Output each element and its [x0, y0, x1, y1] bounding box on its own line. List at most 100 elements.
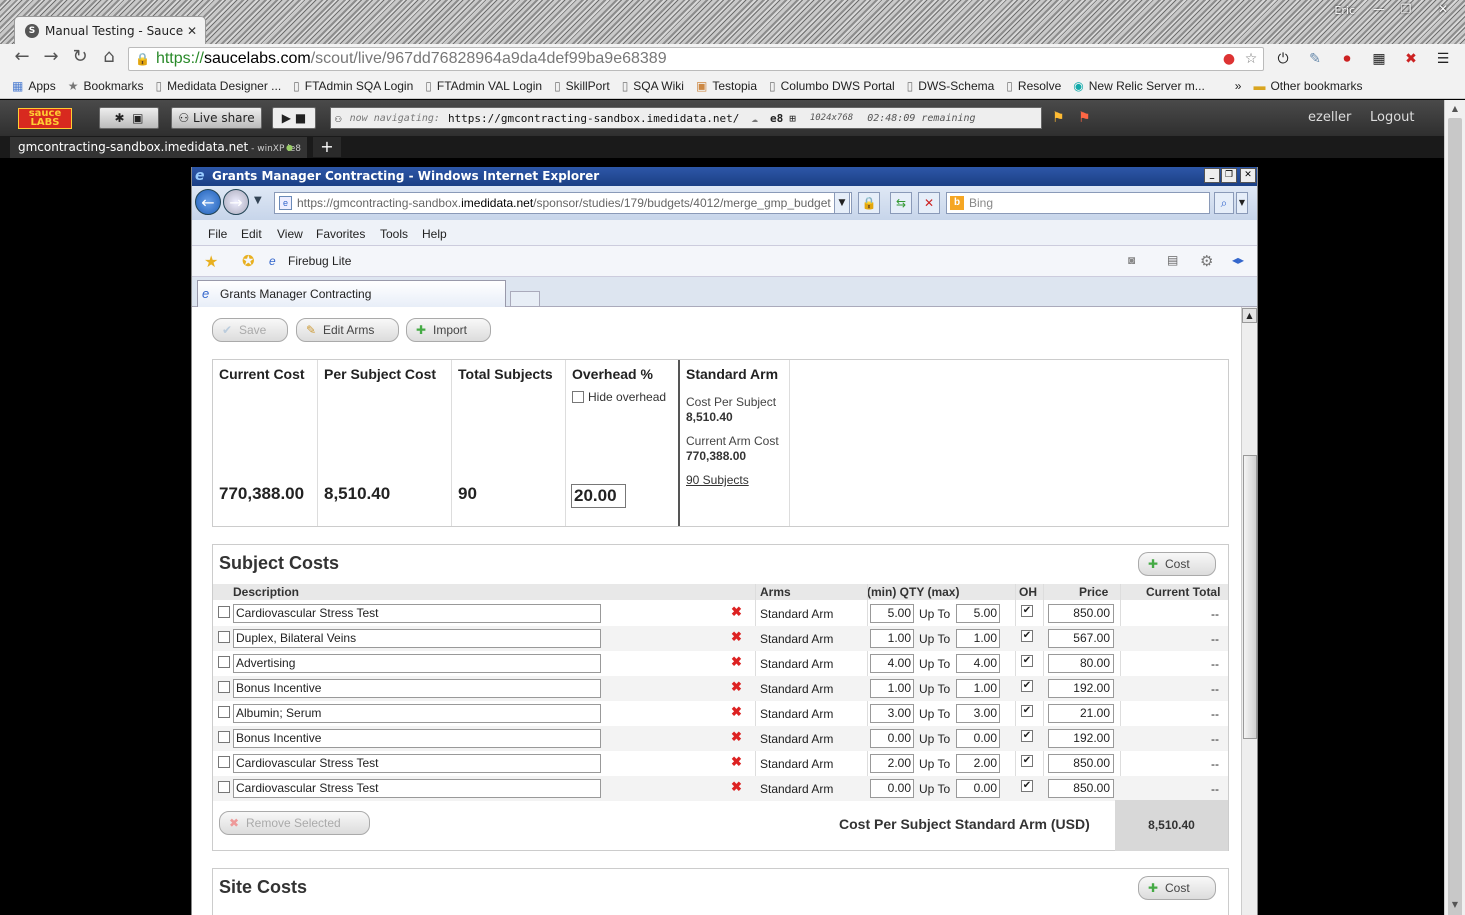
bookmark-testopia[interactable]: ▣ Testopia	[696, 79, 757, 93]
rss-feed-icon[interactable]: ◙	[1128, 253, 1135, 267]
stop-flag-icon[interactable]: ⚑	[1078, 110, 1091, 126]
max-qty-input[interactable]: 2.00	[956, 754, 1000, 773]
notes-flag-icon[interactable]: ⚑	[1052, 110, 1065, 126]
delete-row-icon[interactable]: ✖	[731, 704, 742, 720]
extension-icon[interactable]: ▦	[1369, 49, 1389, 69]
price-input[interactable]: 21.00	[1048, 704, 1114, 723]
ie-stop-icon[interactable]: ✕	[918, 192, 940, 214]
hide-overhead-toggle[interactable]: Hide overhead	[572, 390, 666, 404]
overhead-checkbox[interactable]: ✔	[1021, 780, 1033, 792]
ie-scroll-thumb[interactable]	[1243, 455, 1257, 739]
max-qty-input[interactable]: 3.00	[956, 704, 1000, 723]
min-qty-input[interactable]: 1.00	[870, 679, 914, 698]
max-qty-input[interactable]: 1.00	[956, 629, 1000, 648]
row-select-checkbox[interactable]	[218, 631, 230, 643]
bookmark-dws-schema[interactable]: ▯ DWS-Schema	[907, 79, 995, 93]
add-site-cost-button[interactable]: ✚ Cost	[1138, 876, 1216, 900]
description-input[interactable]: Bonus Incentive	[233, 679, 601, 698]
row-select-checkbox[interactable]	[218, 756, 230, 768]
overhead-checkbox[interactable]: ✔	[1021, 755, 1033, 767]
bookmark-columbo[interactable]: ▯ Columbo DWS Portal	[769, 79, 895, 93]
sauce-navigation-bar[interactable]: ⚇ now navigating: https://gmcontracting-…	[330, 107, 1042, 129]
scroll-down-icon[interactable]: ▼	[1445, 900, 1465, 909]
row-select-checkbox[interactable]	[218, 606, 230, 618]
ie-address-bar[interactable]: e https://gmcontracting-sandbox.imedidat…	[274, 192, 852, 214]
delete-row-icon[interactable]: ✖	[731, 754, 742, 770]
tools-gear-icon[interactable]: ⚙	[1200, 252, 1213, 270]
delete-row-icon[interactable]: ✖	[731, 654, 742, 670]
bookmark-ftadmin-sqa[interactable]: ▯ FTAdmin SQA Login	[293, 79, 413, 93]
min-qty-input[interactable]: 5.00	[870, 604, 914, 623]
overhead-checkbox[interactable]: ✔	[1021, 655, 1033, 667]
description-input[interactable]: Cardiovascular Stress Test	[233, 779, 601, 798]
ie-back-icon[interactable]: ←	[195, 189, 221, 215]
power-icon[interactable]: ⏻	[1273, 49, 1293, 69]
bookmark-new-relic[interactable]: ◉ New Relic Server m...	[1073, 79, 1205, 93]
menu-favorites[interactable]: Favorites	[316, 227, 365, 241]
address-bar[interactable]: 🔒 https://saucelabs.com/scout/live/967dd…	[128, 47, 1264, 71]
description-input[interactable]: Cardiovascular Stress Test	[233, 604, 601, 623]
price-input[interactable]: 850.00	[1048, 754, 1114, 773]
add-subject-cost-button[interactable]: ✚ Cost	[1138, 552, 1216, 576]
bookmark-skillport[interactable]: ▯ SkillPort	[554, 79, 610, 93]
page-scrollbar[interactable]: ▲ ▼	[1444, 100, 1465, 915]
notes-icon[interactable]: ✎	[1305, 49, 1325, 69]
live-share-button[interactable]: ⚇ Live share	[171, 107, 262, 129]
price-input[interactable]: 850.00	[1048, 779, 1114, 798]
ie-close-button[interactable]: ✕	[1240, 168, 1256, 183]
price-input[interactable]: 850.00	[1048, 604, 1114, 623]
maximize-window-button[interactable]: ❐	[1393, 2, 1419, 18]
forward-arrow-icon[interactable]: →	[37, 46, 65, 67]
play-stop-button[interactable]: ▶ ■	[272, 107, 316, 129]
overhead-checkbox[interactable]: ✔	[1021, 705, 1033, 717]
delete-row-icon[interactable]: ✖	[731, 629, 742, 645]
red-extension-icon[interactable]: ✖	[1401, 49, 1421, 69]
ie-history-dropdown-icon[interactable]: ▼	[254, 195, 262, 206]
max-qty-input[interactable]: 0.00	[956, 779, 1000, 798]
row-select-checkbox[interactable]	[218, 781, 230, 793]
research-icon[interactable]: ◂▸	[1232, 253, 1244, 267]
session-tab[interactable]: gmcontracting-sandbox.imedidata.net - wi…	[10, 137, 307, 158]
bookmark-resolve[interactable]: ▯ Resolve	[1006, 79, 1061, 93]
price-input[interactable]: 192.00	[1048, 729, 1114, 748]
price-input[interactable]: 80.00	[1048, 654, 1114, 673]
min-qty-input[interactable]: 3.00	[870, 704, 914, 723]
overhead-checkbox[interactable]: ✔	[1021, 605, 1033, 617]
ie-scrollbar[interactable]: ▲	[1241, 307, 1257, 915]
bookmark-bookmarks[interactable]: ★ Bookmarks	[68, 79, 144, 93]
price-input[interactable]: 567.00	[1048, 629, 1114, 648]
close-window-button[interactable]: ✕	[1430, 2, 1456, 18]
menu-file[interactable]: File	[208, 227, 227, 241]
back-arrow-icon[interactable]: ←	[8, 46, 36, 67]
delete-row-icon[interactable]: ✖	[731, 604, 742, 620]
ie-maximize-button[interactable]: ❐	[1221, 168, 1237, 183]
description-input[interactable]: Cardiovascular Stress Test	[233, 754, 601, 773]
bookmark-other[interactable]: ▬ Other bookmarks	[1253, 79, 1362, 93]
minimize-window-button[interactable]: —	[1366, 2, 1392, 18]
adblock-icon[interactable]: ●	[1219, 49, 1239, 69]
max-qty-input[interactable]: 0.00	[956, 729, 1000, 748]
page-scroll-thumb[interactable]	[1448, 118, 1462, 915]
sauce-username[interactable]: ezeller	[1308, 110, 1351, 125]
row-select-checkbox[interactable]	[218, 656, 230, 668]
import-button[interactable]: ✚ Import	[406, 318, 491, 342]
bug-screenshot-button[interactable]: ✱ ▣	[99, 107, 159, 129]
min-qty-input[interactable]: 1.00	[870, 629, 914, 648]
ie-search-dropdown-icon[interactable]: ▼	[1236, 192, 1248, 214]
ie-address-dropdown-icon[interactable]: ▼	[834, 192, 850, 214]
hide-overhead-checkbox[interactable]	[572, 391, 584, 403]
menu-help[interactable]: Help	[422, 227, 447, 241]
max-qty-input[interactable]: 5.00	[956, 604, 1000, 623]
min-qty-input[interactable]: 0.00	[870, 729, 914, 748]
description-input[interactable]: Advertising	[233, 654, 601, 673]
description-input[interactable]: Albumin; Serum	[233, 704, 601, 723]
min-qty-input[interactable]: 0.00	[870, 779, 914, 798]
ie-minimize-button[interactable]: _	[1204, 168, 1220, 183]
scroll-up-icon[interactable]: ▲	[1445, 104, 1465, 113]
ie-forward-icon[interactable]: →	[223, 189, 249, 215]
page-menu-icon[interactable]: ▤	[1167, 253, 1178, 267]
favorites-star-icon[interactable]: ★	[204, 252, 218, 272]
reload-icon[interactable]: ↻	[66, 46, 94, 67]
edit-arms-button[interactable]: ✎ Edit Arms	[296, 318, 399, 342]
price-input[interactable]: 192.00	[1048, 679, 1114, 698]
